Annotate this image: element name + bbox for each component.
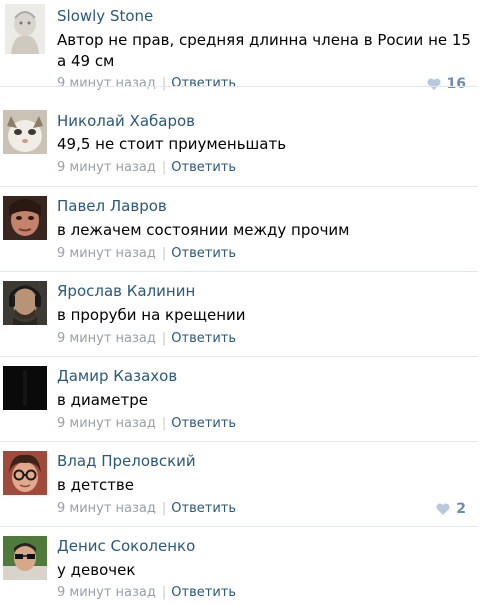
avatar[interactable] (3, 110, 47, 154)
comment-author[interactable]: Влад Преловский (57, 452, 196, 470)
avatar[interactable] (3, 366, 47, 410)
comment-item: Ярослав Калинин в проруби на крещении 9 … (0, 272, 478, 357)
comment-author[interactable]: Павел Лавров (57, 197, 167, 215)
like-count: 2 (456, 501, 466, 517)
comment-meta: 9 минут назад | Ответить (57, 585, 236, 600)
reply-link[interactable]: Ответить (171, 501, 236, 516)
comment-time: 9 минут назад (57, 331, 156, 346)
like-button[interactable]: 16 (427, 76, 466, 92)
reply-link[interactable]: Ответить (171, 585, 236, 600)
comment-time: 9 минут назад (57, 246, 156, 261)
avatar[interactable] (3, 281, 47, 325)
comment-text: 49,5 не стоит приуменьшать (57, 135, 287, 153)
comment-item: Slowly Stone Автор не прав, средняя длин… (0, 0, 478, 92)
comment-time: 9 минут назад (57, 585, 156, 600)
comment-meta: 9 минут назад | Ответить (57, 331, 236, 346)
separator: | (161, 246, 167, 261)
comment-author[interactable]: Slowly Stone (57, 7, 153, 25)
comment-meta: 9 минут назад | Ответить (57, 501, 236, 516)
avatar[interactable] (3, 451, 47, 495)
comment-meta: 9 минут назад | Ответить (57, 76, 236, 91)
comment-text: в лежачем состоянии между прочим (57, 221, 350, 239)
heart-icon (436, 503, 450, 515)
comment-text: в детстве (57, 476, 134, 494)
comment-meta: 9 минут назад | Ответить (57, 246, 236, 261)
reply-link[interactable]: Ответить (171, 246, 236, 261)
comment-author[interactable]: Дамир Казахов (57, 367, 177, 385)
separator: | (161, 331, 167, 346)
comment-time: 9 минут назад (57, 501, 156, 516)
comment-time: 9 минут назад (57, 160, 156, 175)
comment-text: в диаметре (57, 391, 148, 409)
comment-item: Денис Соколенко у девочек 9 минут назад |… (0, 527, 478, 604)
like-count: 16 (446, 76, 466, 92)
heart-icon (427, 78, 441, 90)
comment-item: Дамир Казахов в диаметре 9 минут назад | О… (0, 357, 478, 442)
comment-time: 9 минут назад (57, 76, 156, 91)
separator: | (161, 501, 167, 516)
comment-text: в проруби на крещении (57, 306, 246, 324)
comment-text: Автор не прав, средняя длинна члена в Ро… (57, 31, 471, 70)
comment-item: Влад Преловский в детстве 9 минут назад |… (0, 442, 478, 527)
avatar[interactable] (5, 4, 45, 54)
divider (0, 86, 478, 87)
comment-author[interactable]: Денис Соколенко (57, 537, 195, 555)
comment-item: Николай Хабаров 49,5 не стоит приуменьша… (0, 102, 478, 187)
avatar[interactable] (3, 536, 47, 580)
comment-meta: 9 минут назад | Ответить (57, 160, 236, 175)
comment-author[interactable]: Ярослав Калинин (57, 282, 195, 300)
comment-meta: 9 минут назад | Ответить (57, 416, 236, 431)
like-button[interactable]: 2 (436, 501, 466, 517)
avatar[interactable] (3, 196, 47, 240)
reply-link[interactable]: Ответить (171, 416, 236, 431)
separator: | (161, 416, 167, 431)
reply-link[interactable]: Ответить (171, 76, 236, 91)
comment-text: у девочек (57, 561, 136, 579)
separator: | (161, 76, 167, 91)
separator: | (161, 585, 167, 600)
reply-link[interactable]: Ответить (171, 331, 236, 346)
comment-item: Павел Лавров в лежачем состоянии между п… (0, 187, 478, 272)
reply-link[interactable]: Ответить (171, 160, 236, 175)
separator: | (161, 160, 167, 175)
comment-author[interactable]: Николай Хабаров (57, 112, 195, 130)
comment-time: 9 минут назад (57, 416, 156, 431)
